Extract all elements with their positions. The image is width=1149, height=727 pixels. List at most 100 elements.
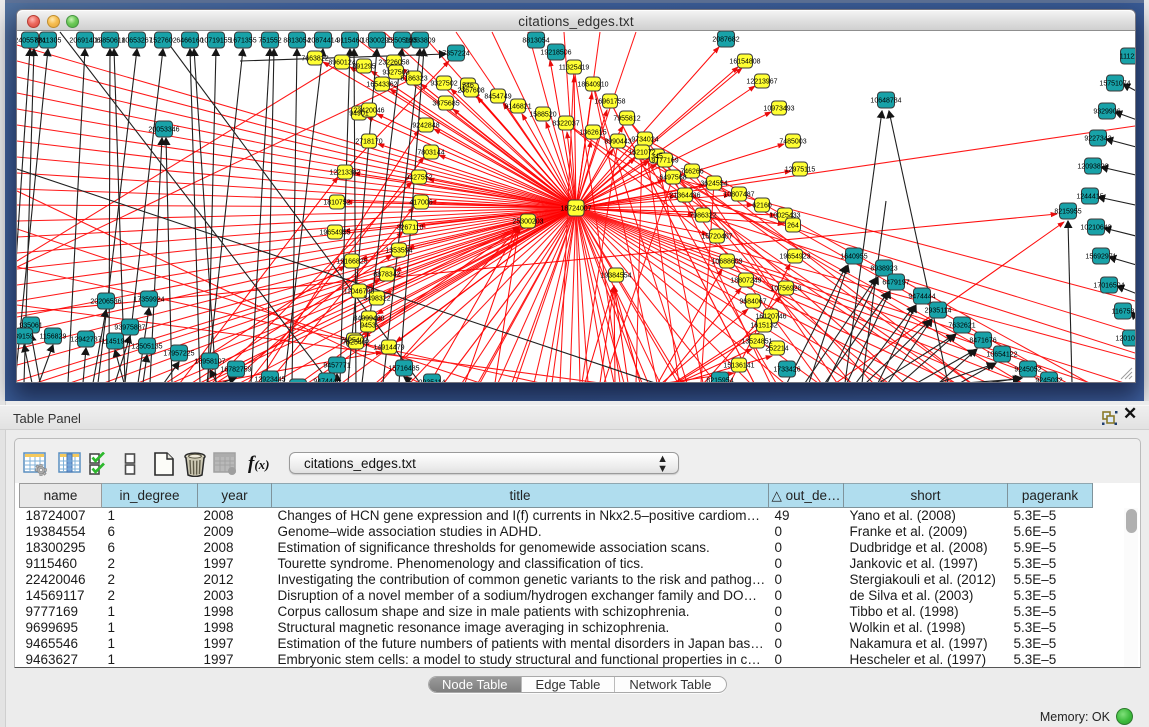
svg-text:11122: 11122 [1120, 54, 1135, 61]
svg-text:6479197: 6479197 [882, 280, 909, 287]
svg-text:9453: 9453 [360, 323, 376, 330]
svg-text:12213382: 12213382 [329, 170, 360, 177]
svg-text:7485003: 7485003 [779, 139, 806, 146]
svg-text:19654955: 19654955 [319, 230, 350, 237]
svg-text:62160: 62160 [752, 203, 772, 210]
svg-text:12975115: 12975115 [785, 167, 816, 174]
svg-text:1671355: 1671355 [229, 38, 256, 45]
svg-text:116753: 116753 [1112, 309, 1135, 316]
svg-text:3624554: 3624554 [700, 181, 727, 188]
svg-text:12505135: 12505135 [131, 344, 162, 351]
svg-text:20206536: 20206536 [90, 299, 121, 306]
svg-text:8813054: 8813054 [522, 38, 549, 45]
svg-text:1527602: 1527602 [149, 38, 176, 45]
svg-text:891295: 891295 [352, 64, 375, 71]
svg-text:3875685: 3875685 [432, 101, 459, 108]
svg-text:17359924: 17359924 [133, 297, 164, 304]
svg-text:11046798: 11046798 [344, 289, 375, 296]
svg-text:10688609: 10688609 [711, 259, 742, 266]
svg-text:13524851: 13524851 [741, 339, 772, 346]
svg-text:1640955: 1640955 [840, 254, 867, 261]
svg-text:9329906: 9329906 [1093, 109, 1120, 116]
svg-text:19218506: 19218506 [540, 50, 571, 57]
svg-text:12923445: 12923445 [254, 377, 285, 383]
svg-text:25300203: 25300203 [512, 219, 543, 226]
svg-text:9427552: 9427552 [405, 175, 432, 182]
svg-text:15716485: 15716485 [388, 366, 419, 373]
svg-text:9474444: 9474444 [908, 294, 935, 301]
svg-text:9457771: 9457771 [323, 363, 350, 370]
svg-text:2718170: 2718170 [355, 139, 382, 146]
svg-text:10654122: 10654122 [986, 352, 1017, 359]
svg-text:2367608: 2367608 [457, 88, 484, 95]
svg-text:19384554: 19384554 [600, 273, 631, 280]
svg-text:10719155: 10719155 [200, 38, 231, 45]
svg-text:17016504: 17016504 [1093, 283, 1124, 290]
svg-text:12942737: 12942737 [70, 337, 101, 344]
svg-text:7986322: 7986322 [689, 213, 716, 220]
svg-text:252214: 252214 [765, 346, 788, 353]
svg-text:18807249: 18807249 [730, 278, 761, 285]
svg-text:18640910: 18640910 [577, 82, 608, 89]
svg-text:16782759: 16782759 [220, 367, 251, 374]
svg-text:2935114: 2935114 [925, 308, 952, 315]
svg-text:21364436: 21364436 [669, 193, 700, 200]
svg-text:7663822: 7663822 [301, 56, 328, 63]
svg-text:6497568: 6497568 [659, 175, 686, 182]
svg-text:8215954: 8215954 [706, 378, 733, 383]
svg-text:417006: 417006 [409, 200, 432, 207]
svg-text:15751074: 15751074 [1099, 81, 1130, 88]
svg-text:18724007: 18724007 [560, 206, 591, 213]
svg-text:10025433: 10025433 [769, 213, 800, 220]
svg-text:1145194: 1145194 [102, 339, 129, 346]
svg-text:3498322: 3498322 [363, 296, 390, 303]
svg-text:8186323: 8186323 [400, 76, 427, 83]
svg-text:7803144: 7803144 [417, 150, 444, 157]
svg-text:19654923: 19654923 [779, 254, 810, 261]
svg-text:16543362: 16543362 [366, 82, 397, 89]
svg-text:17957225: 17957225 [163, 351, 194, 358]
svg-text:1588520: 1588520 [529, 112, 556, 119]
svg-text:7955812: 7955812 [613, 116, 640, 123]
svg-text:2087682: 2087682 [712, 37, 739, 44]
svg-text:16120746: 16120746 [755, 314, 786, 321]
svg-text:15692971: 15692971 [1085, 254, 1116, 261]
svg-text:9474444: 9474444 [313, 379, 340, 383]
svg-text:7632621: 7632621 [948, 323, 975, 330]
svg-text:1362615: 1362615 [579, 130, 606, 137]
svg-text:8471676: 8471676 [969, 338, 996, 345]
svg-text:8322037: 8322037 [552, 121, 579, 128]
svg-text:9327502: 9327502 [430, 81, 457, 88]
svg-text:751552: 751552 [258, 38, 281, 45]
svg-text:15136141: 15136141 [723, 363, 754, 370]
svg-text:19166825: 19166825 [336, 259, 367, 266]
svg-text:7625402: 7625402 [342, 340, 369, 347]
svg-text:8990443: 8990443 [604, 139, 631, 146]
svg-text:10807487: 10807487 [723, 192, 754, 199]
svg-text:9227343: 9227343 [1084, 136, 1111, 143]
svg-text:20053346: 20053346 [148, 127, 179, 134]
svg-text:9146821: 9146821 [504, 104, 531, 111]
svg-text:11325419: 11325419 [559, 65, 590, 72]
svg-text:264: 264 [787, 223, 799, 230]
svg-text:1244415: 1244415 [1076, 194, 1103, 201]
svg-text:39159: 39159 [17, 334, 34, 341]
svg-text:23420046: 23420046 [353, 108, 384, 115]
svg-text:12213967: 12213967 [746, 79, 777, 86]
svg-text:16154808: 16154808 [729, 59, 760, 66]
svg-text:9777169: 9777169 [651, 158, 678, 165]
svg-text:8215955: 8215955 [1054, 209, 1081, 216]
svg-text:9245032: 9245032 [1035, 378, 1062, 383]
svg-text:10210643: 10210643 [1080, 225, 1111, 232]
svg-text:2935114: 2935114 [419, 380, 446, 383]
svg-text:8938923: 8938923 [870, 266, 897, 273]
svg-text:7357224: 7357224 [442, 51, 469, 58]
svg-text:1810752: 1810752 [323, 200, 350, 207]
svg-text:9115460: 9115460 [337, 38, 364, 45]
svg-text:10648784: 10648784 [870, 98, 901, 105]
svg-text:8811305: 8811305 [35, 38, 62, 45]
svg-text:10958107: 10958107 [194, 359, 225, 366]
svg-text:15720407: 15720407 [701, 234, 732, 241]
svg-text:16961758: 16961758 [594, 99, 625, 106]
svg-text:1615132: 1615132 [750, 323, 777, 330]
